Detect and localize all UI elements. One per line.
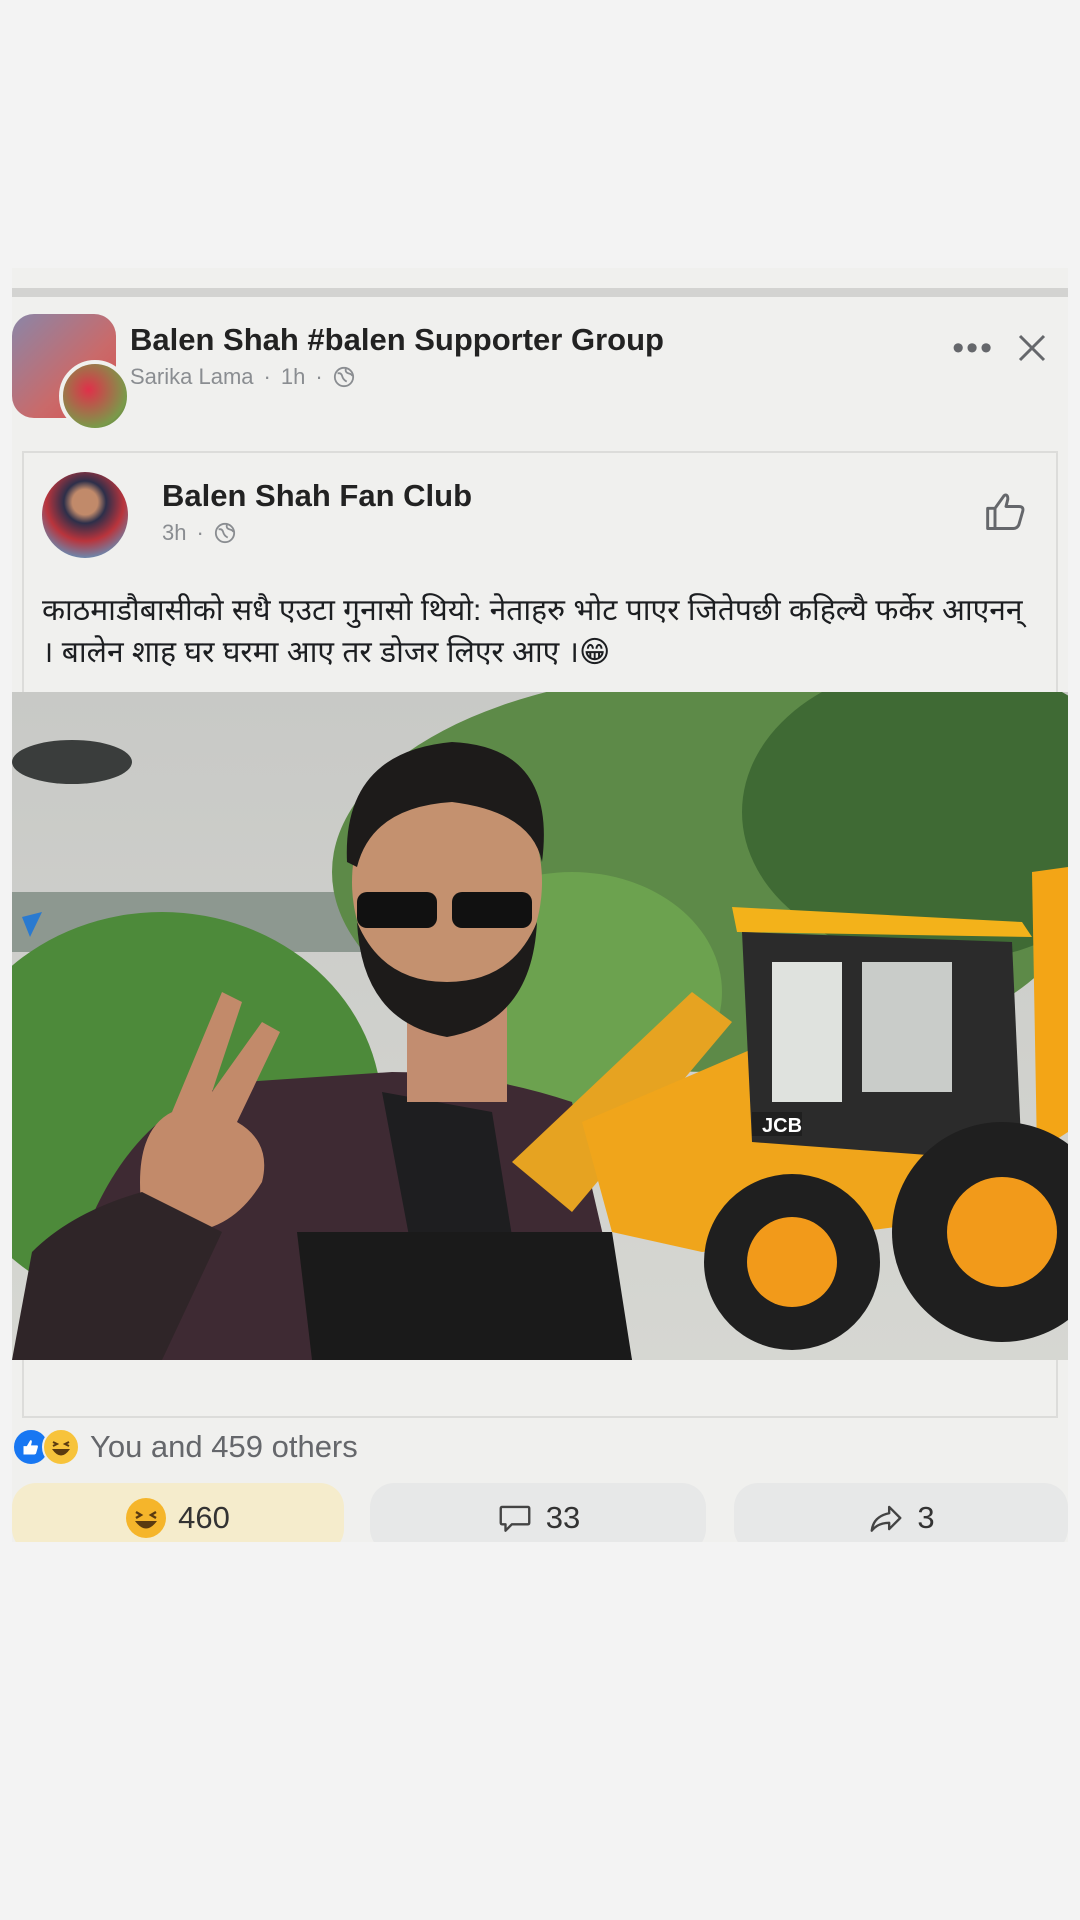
- share-icon: [870, 1505, 902, 1532]
- post-time[interactable]: 1h: [281, 364, 305, 390]
- comment-icon: [499, 1505, 531, 1532]
- divider: [12, 288, 1068, 297]
- like-outline-icon[interactable]: [984, 490, 1028, 534]
- haha-reaction-icon: [42, 1428, 80, 1466]
- shared-post-time[interactable]: 3h: [162, 520, 186, 546]
- jcb-logo: JCB: [762, 1115, 802, 1137]
- haha-reaction-icon: [126, 1498, 167, 1538]
- reactions-summary[interactable]: You and 459 others: [12, 1428, 358, 1466]
- page-name[interactable]: Balen Shah Fan Club: [162, 478, 472, 514]
- shared-post-meta: 3h ·: [162, 520, 236, 546]
- globe-icon: [214, 522, 235, 544]
- post-meta: Sarika Lama · 1h ·: [130, 364, 355, 390]
- group-title[interactable]: Balen Shah #balen Supporter Group: [130, 322, 664, 358]
- author-name[interactable]: Sarika Lama: [130, 364, 254, 390]
- share-count: 3: [917, 1500, 935, 1535]
- post-card: Balen Shah #balen Supporter Group Sarika…: [12, 268, 1068, 1542]
- post-text: काठमाडौबासीको सधै एउटा गुनासो थियो: नेता…: [42, 594, 1023, 669]
- reactions-summary-text: You and 459 others: [90, 1429, 358, 1464]
- comment-button[interactable]: 33: [370, 1483, 706, 1542]
- reaction-count: 460: [178, 1500, 230, 1535]
- screen-background: [0, 1542, 1080, 1920]
- reaction-button[interactable]: 460: [12, 1483, 344, 1542]
- post-image[interactable]: JCB: [12, 692, 1068, 1360]
- page-avatar[interactable]: [42, 472, 128, 558]
- share-button[interactable]: 3: [734, 1483, 1068, 1542]
- close-icon[interactable]: [1014, 330, 1050, 366]
- comment-count: 33: [545, 1500, 581, 1535]
- more-icon[interactable]: •••: [952, 331, 994, 365]
- author-avatar[interactable]: [59, 360, 131, 432]
- globe-icon: [333, 366, 354, 388]
- shared-post-frame-bottom: [22, 1386, 1058, 1418]
